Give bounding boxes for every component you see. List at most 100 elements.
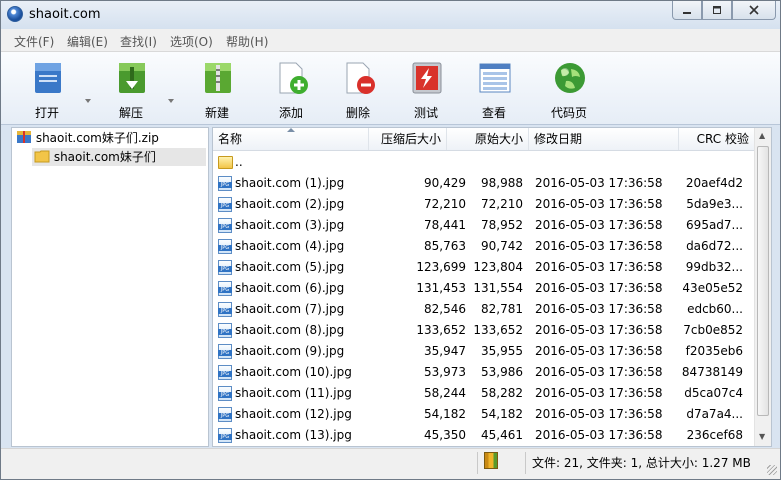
- status-separator: [477, 452, 478, 474]
- original-size: 35,955: [481, 344, 523, 358]
- file-name: shaoit.com (10).jpg: [235, 365, 352, 379]
- col-crc[interactable]: CRC 校验: [679, 128, 754, 150]
- new-archive-icon: [205, 63, 231, 93]
- window-controls: [672, 1, 776, 21]
- menu-edit[interactable]: 编辑(E): [67, 33, 108, 50]
- jpg-file-icon: [218, 428, 232, 443]
- crc-value: edcb60...: [687, 302, 743, 316]
- status-summary: 文件: 21, 文件夹: 1, 总计大小: 1.27 MB: [532, 456, 751, 470]
- new-label: 新建: [204, 106, 229, 120]
- crc-value: 236cef68: [686, 428, 743, 442]
- codepage-globe-icon: [555, 63, 585, 93]
- file-row[interactable]: shaoit.com (5).jpg123,699123,8042016-05-…: [213, 257, 754, 278]
- file-row[interactable]: shaoit.com (11).jpg58,24458,2822016-05-0…: [213, 383, 754, 404]
- file-row[interactable]: shaoit.com (6).jpg131,453131,5542016-05-…: [213, 278, 754, 299]
- maximize-button[interactable]: [702, 1, 732, 20]
- file-row[interactable]: shaoit.com (12).jpg54,18254,1822016-05-0…: [213, 404, 754, 425]
- app-window: shaoit.com 文件(F) 编辑(E) 查找(I) 选项(O) 帮助(H)…: [0, 0, 781, 480]
- jpg-file-icon: [218, 323, 232, 338]
- crc-value: 99db32...: [685, 260, 743, 274]
- scrollbar-thumb[interactable]: [757, 146, 769, 416]
- close-button[interactable]: [732, 1, 776, 20]
- view-button[interactable]: 查看: [464, 52, 524, 124]
- jpg-file-icon: [218, 365, 232, 380]
- jpg-file-icon: [218, 197, 232, 212]
- original-size: 82,781: [481, 302, 523, 316]
- vertical-scrollbar[interactable]: ▲ ▼: [754, 128, 771, 446]
- add-button[interactable]: 添加: [261, 52, 321, 124]
- modified-date: 2016-05-03 17:36:58: [535, 302, 663, 316]
- delete-label: 删除: [345, 106, 370, 120]
- delete-icon: [346, 62, 375, 94]
- codepage-button[interactable]: 代码页: [539, 52, 599, 124]
- modified-date: 2016-05-03 17:36:58: [535, 428, 663, 442]
- modified-date: 2016-05-03 17:36:58: [535, 176, 663, 190]
- open-button[interactable]: 打开: [17, 52, 77, 124]
- tree-folder-item[interactable]: shaoit.com妹子们: [32, 148, 206, 166]
- tree-root-archive[interactable]: shaoit.com妹子们.zip: [16, 129, 159, 147]
- col-name[interactable]: 名称: [213, 128, 369, 150]
- toolbar: 打开 解压 新建 添加 删除 测试 查看 代码页: [1, 52, 780, 125]
- menu-find[interactable]: 查找(I): [120, 33, 157, 50]
- new-button[interactable]: 新建: [187, 52, 247, 124]
- minimize-button[interactable]: [672, 1, 702, 20]
- add-label: 添加: [278, 106, 303, 120]
- crc-value: f2035eb6: [685, 344, 743, 358]
- menu-file[interactable]: 文件(F): [14, 33, 54, 50]
- menu-options[interactable]: 选项(O): [170, 33, 213, 50]
- jpg-file-icon: [218, 260, 232, 275]
- file-row[interactable]: shaoit.com (3).jpg78,44178,9522016-05-03…: [213, 215, 754, 236]
- col-compressed-size[interactable]: 压缩后大小: [369, 128, 447, 150]
- jpg-file-icon: [218, 386, 232, 401]
- file-name: shaoit.com (13).jpg: [235, 428, 352, 442]
- col-modified-date[interactable]: 修改日期: [529, 128, 679, 150]
- parent-folder-row[interactable]: ..: [213, 152, 754, 173]
- file-row[interactable]: shaoit.com (1).jpg90,42998,9882016-05-03…: [213, 173, 754, 194]
- crc-value: 84738149: [681, 365, 743, 379]
- crc-value: d7a7a4...: [686, 407, 743, 421]
- menu-help[interactable]: 帮助(H): [226, 33, 268, 50]
- file-row[interactable]: shaoit.com (9).jpg35,94735,9552016-05-03…: [213, 341, 754, 362]
- file-row[interactable]: shaoit.com (10).jpg53,97353,9862016-05-0…: [213, 362, 754, 383]
- scroll-up-arrow-icon[interactable]: ▲: [759, 131, 765, 140]
- delete-button[interactable]: 删除: [328, 52, 388, 124]
- archive-info-icon[interactable]: [484, 452, 498, 469]
- test-icon: [412, 62, 442, 94]
- tree-folder-label: shaoit.com妹子们: [53, 150, 156, 164]
- file-row[interactable]: shaoit.com (13).jpg45,35045,4612016-05-0…: [213, 425, 754, 446]
- modified-date: 2016-05-03 17:36:58: [535, 281, 663, 295]
- file-name: shaoit.com (8).jpg: [235, 323, 345, 337]
- jpg-file-icon: [218, 407, 232, 422]
- extract-dropdown-arrow[interactable]: [168, 99, 174, 103]
- jpg-file-icon: [218, 218, 232, 233]
- original-size: 123,804: [473, 260, 523, 274]
- file-row[interactable]: shaoit.com (8).jpg133,652133,6522016-05-…: [213, 320, 754, 341]
- crc-value: 5da9e3...: [686, 197, 743, 211]
- crc-value: da6d72...: [686, 239, 743, 253]
- view-icon: [479, 63, 511, 93]
- original-size: 98,988: [481, 176, 523, 190]
- jpg-file-icon: [218, 176, 232, 191]
- window-title: shaoit.com: [29, 7, 101, 22]
- view-label: 查看: [481, 106, 506, 120]
- open-dropdown-arrow[interactable]: [85, 99, 91, 103]
- crc-value: d5ca07c4: [684, 386, 743, 400]
- scroll-down-arrow-icon[interactable]: ▼: [759, 432, 765, 441]
- file-name: shaoit.com (3).jpg: [235, 218, 345, 232]
- resize-grip-icon[interactable]: [767, 465, 777, 475]
- menu-bar: 文件(F) 编辑(E) 查找(I) 选项(O) 帮助(H): [1, 29, 780, 52]
- file-row[interactable]: shaoit.com (7).jpg82,54682,7812016-05-03…: [213, 299, 754, 320]
- col-original-size[interactable]: 原始大小: [447, 128, 529, 150]
- modified-date: 2016-05-03 17:36:58: [535, 197, 663, 211]
- column-header: 名称 压缩后大小 原始大小 修改日期 CRC 校验: [213, 128, 754, 151]
- file-row[interactable]: shaoit.com (2).jpg72,21072,2102016-05-03…: [213, 194, 754, 215]
- test-button[interactable]: 测试: [396, 52, 456, 124]
- modified-date: 2016-05-03 17:36:58: [535, 323, 663, 337]
- original-size: 131,554: [473, 281, 523, 295]
- file-row[interactable]: shaoit.com (4).jpg85,76390,7422016-05-03…: [213, 236, 754, 257]
- extract-button[interactable]: 解压: [101, 52, 161, 124]
- extract-icon: [119, 63, 145, 93]
- jpg-file-icon: [218, 302, 232, 317]
- title-bar[interactable]: shaoit.com: [1, 1, 780, 29]
- original-size: 90,742: [481, 239, 523, 253]
